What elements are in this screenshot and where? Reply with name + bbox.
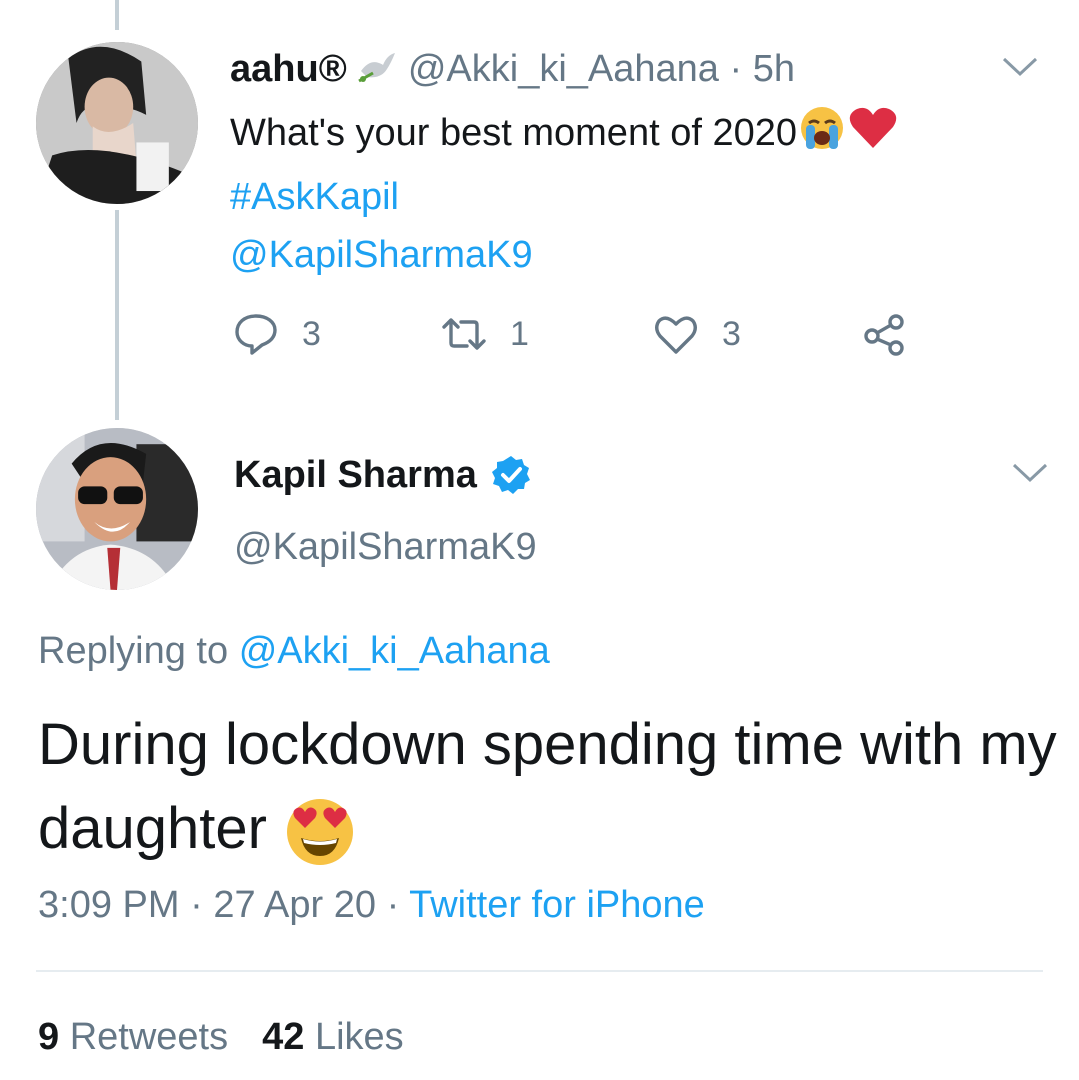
hashtag-link[interactable]: #AskKapil xyxy=(230,168,1030,226)
tweet-text: During lockdown spending time with my da… xyxy=(38,703,1058,877)
tweet-time[interactable]: 3:09 PM xyxy=(38,884,180,926)
crying-face-icon xyxy=(797,105,847,168)
retweets-label: Retweets xyxy=(69,1016,229,1058)
replying-to-link[interactable]: @Akki_ki_Aahana xyxy=(239,630,550,672)
thread-line xyxy=(115,210,119,420)
chevron-down-icon[interactable] xyxy=(1010,460,1050,486)
display-name[interactable]: Kapil Sharma xyxy=(234,452,531,498)
heart-eyes-icon xyxy=(283,793,357,877)
user-handle[interactable]: @Akki_ki_Aahana xyxy=(408,48,719,90)
dove-icon xyxy=(357,50,397,96)
verified-badge-icon xyxy=(491,456,530,494)
display-name[interactable]: aahu® xyxy=(230,48,347,90)
meta-separator: · xyxy=(190,884,203,926)
likes-label: Likes xyxy=(314,1016,404,1058)
thread-line-top xyxy=(115,0,119,30)
likes-stat[interactable]: 42 Likes xyxy=(262,1016,404,1058)
share-icon xyxy=(864,314,904,356)
mention-link[interactable]: @KapilSharmaK9 xyxy=(230,226,1030,284)
tweet-source-link[interactable]: Twitter for iPhone xyxy=(409,884,705,926)
likes-count: 42 xyxy=(262,1016,305,1058)
share-button[interactable] xyxy=(860,306,930,362)
like-count: 3 xyxy=(722,314,741,353)
divider xyxy=(36,970,1043,972)
reply-count: 3 xyxy=(302,314,321,353)
timestamp[interactable]: 5h xyxy=(753,48,795,90)
tweet-body: During lockdown spending time with my da… xyxy=(38,712,1057,861)
tweet-actions: 3 1 3 xyxy=(232,306,952,362)
replying-prefix: Replying to xyxy=(38,630,229,672)
user-handle[interactable]: @KapilSharmaK9 xyxy=(234,526,537,569)
retweets-count: 9 xyxy=(38,1016,60,1058)
tweet-stats: 9 Retweets 42 Likes xyxy=(38,1016,404,1059)
avatar[interactable] xyxy=(36,42,198,204)
replying-to: Replying to @Akki_ki_Aahana xyxy=(38,630,550,673)
tweet-meta: 3:09 PM · 27 Apr 20 · Twitter for iPhone xyxy=(38,884,705,927)
tweet-body: What's your best moment of 2020 xyxy=(230,112,797,154)
timestamp-separator: · xyxy=(729,48,743,90)
meta-separator: · xyxy=(386,884,400,926)
like-button[interactable]: 3 xyxy=(652,306,741,362)
red-heart-icon xyxy=(847,105,899,168)
chevron-down-icon[interactable] xyxy=(1000,54,1040,80)
reply-button[interactable]: 3 xyxy=(232,306,321,362)
retweet-count: 1 xyxy=(510,314,529,353)
tweet-date[interactable]: 27 Apr 20 xyxy=(213,884,376,926)
reply-icon xyxy=(235,314,277,355)
heart-icon xyxy=(655,316,697,354)
avatar[interactable] xyxy=(36,428,198,590)
retweet-icon xyxy=(442,318,486,350)
retweets-stat[interactable]: 9 Retweets xyxy=(38,1016,228,1058)
tweet-text: What's your best moment of 2020 #AskKapi… xyxy=(230,104,1030,284)
display-name-text: Kapil Sharma xyxy=(234,454,477,496)
tweet-header: aahu® @Akki_ki_Aahana · 5h xyxy=(230,46,795,96)
retweet-button[interactable]: 1 xyxy=(440,306,529,362)
